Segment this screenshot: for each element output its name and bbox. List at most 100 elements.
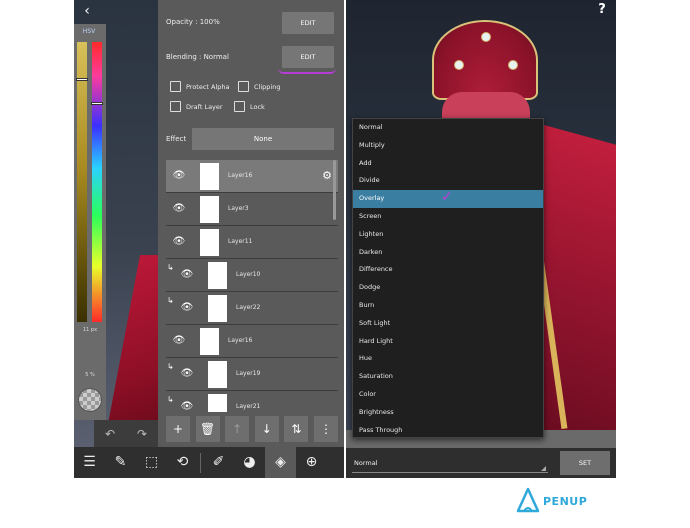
checkbox-box[interactable] bbox=[234, 101, 245, 112]
settings-icon[interactable]: ⊕ bbox=[296, 447, 327, 478]
clipping-label: Clipping bbox=[254, 82, 281, 91]
edit-icon[interactable]: ✎ bbox=[105, 447, 136, 478]
layer-thumbnail bbox=[208, 262, 227, 289]
merge-layer-button[interactable]: ⇅ bbox=[284, 416, 309, 442]
layer-row[interactable]: 👁 Layer16 ⚙ bbox=[166, 160, 338, 193]
clipping-checkbox[interactable]: Clipping bbox=[238, 81, 280, 92]
layer-thumbnail bbox=[208, 295, 227, 322]
layer-name: Layer16 bbox=[228, 172, 253, 179]
blend-option-normal[interactable]: Normal bbox=[353, 119, 543, 137]
protect-alpha-label: Protect Alpha bbox=[186, 82, 230, 91]
blend-option-saturation[interactable]: Saturation bbox=[353, 368, 543, 386]
transform-icon[interactable]: ⟲ bbox=[167, 447, 198, 478]
layer-row[interactable]: ↳ 👁 Layer21 bbox=[166, 391, 338, 412]
eye-icon[interactable]: 👁 bbox=[180, 368, 194, 380]
color-swatch[interactable] bbox=[78, 388, 102, 412]
hue-slider-handle[interactable] bbox=[91, 102, 103, 105]
clip-arrow-icon: ↳ bbox=[167, 263, 174, 272]
add-layer-button[interactable]: + bbox=[166, 416, 190, 442]
hsv-label[interactable]: HSV bbox=[78, 28, 100, 35]
layers-icon[interactable]: ◈ bbox=[265, 447, 296, 478]
layer-name: Layer21 bbox=[236, 403, 261, 410]
layer-row[interactable]: ↳ 👁 Layer22 bbox=[166, 292, 338, 325]
eye-icon[interactable]: 👁 bbox=[172, 203, 186, 215]
blend-option-pass-through[interactable]: Pass Through bbox=[353, 422, 543, 440]
opacity-label: Opacity : 100% bbox=[166, 18, 220, 26]
selection-icon[interactable]: ⬚ bbox=[136, 447, 167, 478]
penup-logo: PENUP bbox=[516, 486, 596, 516]
redo-icon[interactable]: ↷ bbox=[137, 427, 147, 441]
blend-option-color[interactable]: Color bbox=[353, 386, 543, 404]
eye-icon[interactable]: 👁 bbox=[180, 269, 194, 281]
penup-logo-icon bbox=[516, 487, 540, 513]
artwork-gem bbox=[481, 32, 491, 42]
layer-toolbar: + 🗑 ↑ ↓ ⇅ ⋮ bbox=[166, 416, 338, 442]
brush-size-label: 11 px bbox=[82, 327, 98, 333]
blend-option-difference[interactable]: Difference bbox=[353, 261, 543, 279]
eye-icon[interactable]: 👁 bbox=[180, 401, 194, 412]
set-button[interactable]: SET bbox=[560, 451, 610, 475]
blend-option-soft-light[interactable]: Soft Light bbox=[353, 315, 543, 333]
layer-row[interactable]: 👁 Layer11 bbox=[166, 226, 338, 259]
blend-option-hue[interactable]: Hue bbox=[353, 350, 543, 368]
gear-icon[interactable]: ⚙ bbox=[322, 169, 332, 182]
blend-option-hard-light[interactable]: Hard Light bbox=[353, 333, 543, 351]
layer-panel: Opacity : 100% EDIT Blending : Normal ED… bbox=[158, 0, 344, 447]
checkbox-box[interactable] bbox=[170, 101, 181, 112]
move-down-button[interactable]: ↓ bbox=[254, 416, 279, 442]
move-up-button[interactable]: ↑ bbox=[225, 416, 250, 442]
value-slider[interactable] bbox=[76, 42, 88, 322]
right-phone-screen: ? Normal Multiply Add Divide Overlay ✓ S… bbox=[346, 0, 616, 478]
eye-icon[interactable]: 👁 bbox=[172, 170, 186, 182]
blend-option-screen[interactable]: Screen bbox=[353, 208, 543, 226]
checkbox-box[interactable] bbox=[170, 81, 181, 92]
blend-option-brightness[interactable]: Brightness bbox=[353, 404, 543, 422]
layer-name: Layer16 bbox=[228, 337, 253, 344]
undo-icon[interactable]: ↶ bbox=[105, 427, 115, 441]
blend-mode-select[interactable]: Normal bbox=[352, 453, 548, 473]
palette-icon[interactable]: ◕ bbox=[234, 447, 265, 478]
lock-checkbox[interactable]: Lock bbox=[234, 101, 265, 112]
layer-list: 👁 Layer16 ⚙ 👁 Layer3 👁 Layer11 ↳ 👁 Layer… bbox=[166, 160, 338, 412]
layer-list-scrollbar[interactable] bbox=[333, 160, 336, 220]
chevron-left-icon[interactable]: ‹ bbox=[78, 2, 96, 20]
blend-mode-menu: Normal Multiply Add Divide Overlay ✓ Scr… bbox=[352, 118, 544, 438]
opacity-edit-button[interactable]: EDIT bbox=[282, 12, 334, 34]
draft-layer-label: Draft Layer bbox=[186, 102, 223, 111]
menu-icon[interactable]: ☰ bbox=[74, 447, 105, 478]
effect-dropdown[interactable]: None bbox=[192, 128, 334, 150]
blend-option-lighten[interactable]: Lighten bbox=[353, 226, 543, 244]
blend-option-dodge[interactable]: Dodge bbox=[353, 279, 543, 297]
layer-thumbnail bbox=[200, 229, 219, 256]
blend-option-overlay[interactable]: Overlay ✓ bbox=[353, 189, 543, 208]
layer-row[interactable]: 👁 Layer3 bbox=[166, 193, 338, 226]
clip-arrow-icon: ↳ bbox=[167, 362, 174, 371]
delete-layer-button[interactable]: 🗑 bbox=[195, 416, 220, 442]
toolbar-divider bbox=[200, 452, 201, 473]
penup-logo-text: PENUP bbox=[543, 494, 588, 508]
artwork-gem bbox=[454, 60, 464, 70]
blending-edit-button[interactable]: EDIT bbox=[282, 46, 334, 68]
blend-option-add[interactable]: Add bbox=[353, 155, 543, 173]
eye-icon[interactable]: 👁 bbox=[172, 335, 186, 347]
more-options-button[interactable]: ⋮ bbox=[313, 416, 338, 442]
checkmark-icon: ✓ bbox=[441, 189, 453, 206]
blend-option-darken[interactable]: Darken bbox=[353, 244, 543, 262]
checkbox-box[interactable] bbox=[238, 81, 249, 92]
brush-icon[interactable]: ✐ bbox=[203, 447, 234, 478]
layer-name: Layer11 bbox=[228, 238, 253, 245]
screenshot-page: ‹ HSV 11 px 5 % ↶ ↷ Opacity : 100% EDIT … bbox=[0, 0, 690, 528]
layer-row[interactable]: ↳ 👁 Layer10 bbox=[166, 259, 338, 292]
eye-icon[interactable]: 👁 bbox=[180, 302, 194, 314]
blend-option-multiply[interactable]: Multiply bbox=[353, 137, 543, 155]
layer-row[interactable]: ↳ 👁 Layer19 bbox=[166, 358, 338, 391]
help-icon[interactable]: ? bbox=[594, 2, 610, 18]
hue-slider[interactable] bbox=[91, 42, 103, 322]
blend-option-burn[interactable]: Burn bbox=[353, 297, 543, 315]
lock-label: Lock bbox=[250, 102, 265, 111]
value-slider-handle[interactable] bbox=[76, 78, 88, 81]
protect-alpha-checkbox[interactable]: Protect Alpha bbox=[170, 81, 230, 92]
draft-layer-checkbox[interactable]: Draft Layer bbox=[170, 101, 223, 112]
eye-icon[interactable]: 👁 bbox=[172, 236, 186, 248]
layer-row[interactable]: 👁 Layer16 bbox=[166, 325, 338, 358]
